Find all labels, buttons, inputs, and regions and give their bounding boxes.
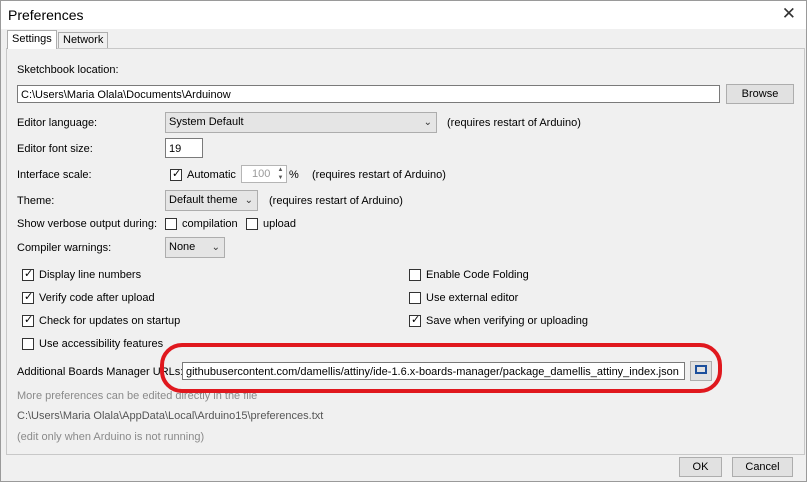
boards-urls-field[interactable]: githubusercontent.com/damellis/attiny/id… [182, 362, 685, 380]
boards-urls-edit-button[interactable] [690, 361, 712, 381]
external-editor-checkbox[interactable] [409, 292, 421, 304]
compilation-label: compilation [182, 218, 238, 230]
theme-value: Default theme [169, 194, 238, 206]
compiler-warnings-value: None [169, 241, 196, 253]
verify-after-upload-checkbox[interactable]: ✓ [22, 291, 34, 304]
display-line-numbers-checkbox[interactable]: ✓ [22, 268, 34, 281]
checkmark-icon: ✓ [24, 291, 34, 303]
ok-button[interactable]: OK [679, 457, 722, 477]
cancel-button[interactable]: Cancel [732, 457, 793, 477]
compiler-warnings-label: Compiler warnings: [17, 242, 112, 254]
more-prefs-note: More preferences can be edited directly … [17, 390, 258, 402]
boards-urls-label: Additional Boards Manager URLs: [17, 366, 184, 378]
external-editor-label: Use external editor [426, 292, 519, 304]
window-list-icon [695, 365, 707, 374]
browse-button[interactable]: Browse [726, 84, 794, 104]
editor-language-label: Editor language: [17, 117, 98, 129]
automatic-checkbox[interactable]: ✓ [170, 168, 182, 181]
scale-value: 100 [252, 168, 271, 180]
theme-restart-note: (requires restart of Arduino) [269, 195, 403, 207]
check-updates-checkbox[interactable]: ✓ [22, 314, 34, 327]
checkmark-icon: ✓ [24, 268, 34, 280]
upload-label: upload [263, 218, 297, 230]
display-line-numbers-label: Display line numbers [39, 269, 142, 281]
save-when-verifying-label: Save when verifying or uploading [426, 315, 589, 327]
close-icon[interactable]: ✕ [782, 4, 796, 24]
compiler-warnings-select[interactable]: None ⌄ [165, 237, 225, 258]
upload-checkbox[interactable] [246, 218, 258, 230]
sketchbook-label: Sketchbook location: [17, 64, 119, 76]
automatic-label: Automatic [187, 169, 236, 181]
code-folding-label: Enable Code Folding [426, 269, 529, 281]
spinner-arrows-icon: ▲ ▼ [277, 167, 284, 181]
check-updates-label: Check for updates on startup [39, 315, 181, 327]
checkmark-icon: ✓ [172, 168, 182, 180]
window-title: Preferences [8, 7, 84, 23]
chevron-down-icon: ⌄ [423, 117, 432, 128]
sketchbook-path-field[interactable]: C:\Users\Maria Olala\Documents\Arduinow [17, 85, 720, 103]
theme-select[interactable]: Default theme ⌄ [165, 190, 258, 211]
scale-spinner[interactable]: 100 ▲ ▼ [241, 165, 287, 183]
chevron-down-icon: ⌄ [244, 195, 253, 206]
scale-restart-note: (requires restart of Arduino) [312, 169, 446, 181]
font-size-field[interactable]: 19 [165, 138, 203, 158]
language-restart-note: (requires restart of Arduino) [447, 117, 581, 129]
theme-label: Theme: [17, 195, 55, 207]
percent-sign: % [289, 169, 299, 181]
tab-network[interactable]: Network [58, 32, 109, 48]
checkmark-icon: ✓ [411, 314, 421, 326]
verify-after-upload-label: Verify code after upload [39, 292, 155, 304]
preferences-window: Preferences ✕ Settings Network Sketchboo… [0, 0, 807, 482]
code-folding-checkbox[interactable] [409, 269, 421, 281]
font-size-label: Editor font size: [17, 143, 93, 155]
verbose-label: Show verbose output during: [17, 218, 158, 230]
editor-language-select[interactable]: System Default ⌄ [165, 112, 437, 133]
interface-scale-label: Interface scale: [17, 169, 92, 181]
editor-language-value: System Default [169, 116, 244, 128]
tab-settings[interactable]: Settings [7, 30, 57, 49]
prefs-file-path: C:\Users\Maria Olala\AppData\Local\Ardui… [17, 410, 324, 422]
edit-only-note: (edit only when Arduino is not running) [17, 431, 205, 443]
chevron-down-icon: ⌄ [211, 242, 220, 253]
save-when-verifying-checkbox[interactable]: ✓ [409, 314, 421, 327]
accessibility-checkbox[interactable] [22, 338, 34, 350]
title-bar: Preferences ✕ [1, 1, 806, 29]
compilation-checkbox[interactable] [165, 218, 177, 230]
accessibility-label: Use accessibility features [39, 338, 164, 350]
settings-panel: Sketchbook location: C:\Users\Maria Olal… [6, 48, 805, 455]
checkmark-icon: ✓ [24, 314, 34, 326]
